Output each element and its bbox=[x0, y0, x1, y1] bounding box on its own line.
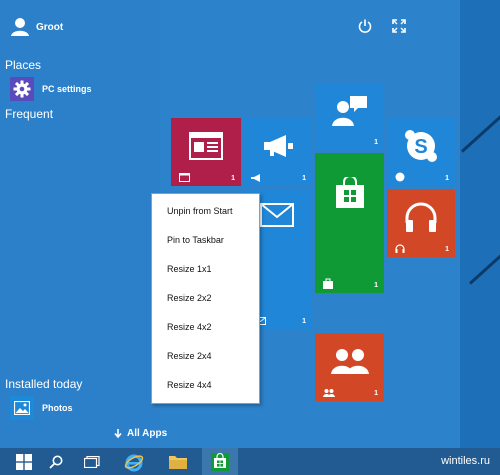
all-apps-label: All Apps bbox=[127, 428, 168, 439]
pc-settings-item[interactable]: PC settings bbox=[10, 77, 92, 101]
megaphone-icon bbox=[263, 135, 293, 157]
music-count: 1 bbox=[445, 246, 449, 253]
menu-resize-2x4[interactable]: Resize 2x4 bbox=[167, 351, 212, 361]
people-count: 1 bbox=[374, 139, 378, 146]
skype-small-icon bbox=[395, 172, 405, 182]
news-tile[interactable]: 1 bbox=[171, 118, 241, 186]
store-small-icon bbox=[323, 278, 333, 289]
installed-today-heading: Installed today bbox=[5, 377, 83, 391]
svg-text:S: S bbox=[414, 136, 427, 158]
watermark-text: wintiles.ru bbox=[441, 455, 490, 467]
desktop-background bbox=[460, 0, 500, 448]
mail-icon bbox=[260, 203, 294, 227]
user-account[interactable]: Groot bbox=[10, 17, 63, 37]
user-name: Groot bbox=[36, 21, 64, 33]
folder-icon bbox=[169, 455, 187, 469]
gear-icon bbox=[10, 77, 34, 101]
start-button[interactable] bbox=[6, 448, 42, 475]
store-count: 1 bbox=[374, 282, 378, 289]
skype-tile[interactable]: S 1 bbox=[387, 118, 455, 186]
frequent-heading: Frequent bbox=[5, 107, 54, 121]
news-icon bbox=[189, 132, 223, 160]
internet-explorer-button[interactable] bbox=[116, 448, 152, 475]
file-explorer-button[interactable] bbox=[160, 448, 196, 475]
task-view-button[interactable] bbox=[74, 448, 110, 475]
photos-icon bbox=[10, 396, 34, 420]
people-tile[interactable]: 1 bbox=[315, 83, 384, 150]
menu-unpin-from-start[interactable]: Unpin from Start bbox=[167, 206, 233, 216]
tile-context-menu: Unpin from Start Pin to Taskbar Resize 1… bbox=[151, 193, 260, 404]
store-tile[interactable]: 1 bbox=[315, 153, 384, 293]
all-apps-button[interactable]: All Apps bbox=[114, 428, 167, 439]
skype-icon: S bbox=[405, 130, 437, 162]
internet-explorer-icon bbox=[124, 454, 144, 471]
power-icon[interactable] bbox=[358, 19, 372, 33]
family-icon bbox=[330, 349, 369, 374]
search-icon bbox=[49, 455, 63, 469]
photos-item[interactable]: Photos bbox=[10, 396, 73, 420]
family-tile[interactable]: 1 bbox=[315, 333, 384, 401]
music-tile[interactable]: 1 bbox=[387, 189, 455, 257]
menu-resize-4x2[interactable]: Resize 4x2 bbox=[167, 322, 212, 332]
arrow-down-icon bbox=[114, 429, 122, 438]
menu-resize-4x4[interactable]: Resize 4x4 bbox=[167, 380, 212, 390]
taskbar: wintiles.ru bbox=[0, 448, 500, 475]
megaphone-count: 1 bbox=[302, 175, 306, 182]
start-menu: Groot Places PC settings Frequent Instal… bbox=[0, 0, 460, 448]
store-taskbar-icon bbox=[211, 452, 229, 471]
user-avatar-icon bbox=[11, 18, 29, 36]
megaphone-tile[interactable]: 1 bbox=[243, 118, 312, 186]
family-small-icon bbox=[323, 389, 335, 397]
expand-icon[interactable] bbox=[392, 19, 406, 33]
search-button[interactable] bbox=[38, 448, 74, 475]
pc-settings-label: PC settings bbox=[42, 84, 92, 94]
menu-resize-1x1[interactable]: Resize 1x1 bbox=[167, 264, 212, 274]
places-heading: Places bbox=[5, 58, 42, 72]
news-count: 1 bbox=[231, 175, 235, 182]
menu-resize-2x2[interactable]: Resize 2x2 bbox=[167, 293, 212, 303]
mail-count: 1 bbox=[302, 318, 306, 325]
headphones-icon bbox=[405, 202, 437, 232]
music-small-icon bbox=[395, 244, 405, 253]
store-icon bbox=[335, 177, 364, 208]
people-chat-icon bbox=[331, 95, 367, 126]
photos-label: Photos bbox=[42, 403, 73, 413]
family-count: 1 bbox=[374, 390, 378, 397]
store-taskbar-button[interactable] bbox=[202, 448, 238, 475]
news-small-icon bbox=[179, 173, 190, 182]
skype-count: 1 bbox=[445, 175, 449, 182]
task-view-icon bbox=[84, 455, 100, 468]
windows-logo-icon bbox=[16, 453, 32, 470]
megaphone-small-icon bbox=[251, 174, 260, 182]
menu-pin-to-taskbar[interactable]: Pin to Taskbar bbox=[167, 235, 224, 245]
